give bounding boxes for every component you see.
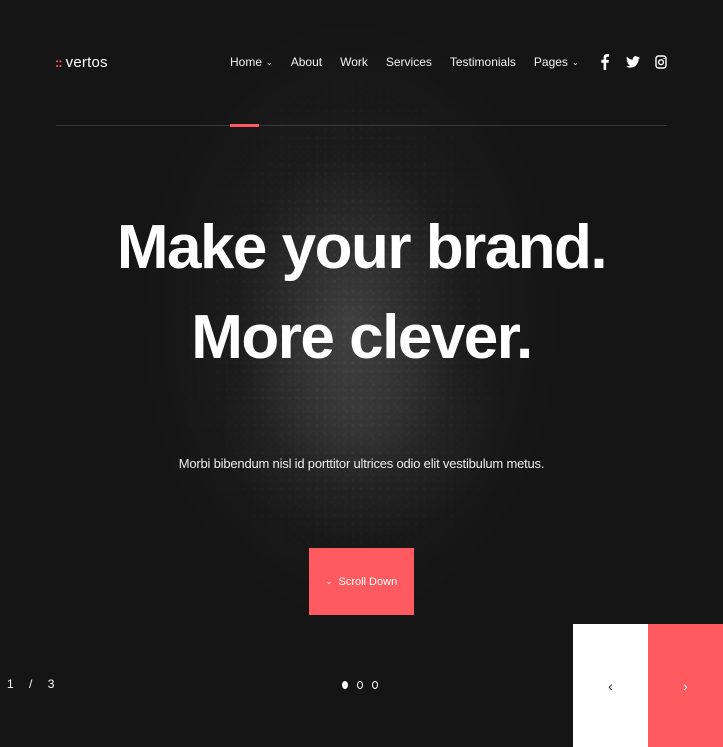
nav-item-home[interactable]: Home ⌄ [230,55,273,69]
slide-counter: 1 / 3 [7,677,60,691]
slider-dot[interactable] [357,681,363,689]
chevron-down-icon: ⌄ [325,577,333,586]
nav-item-label: Work [340,55,368,69]
logo-text: vertos [65,54,108,71]
twitter-icon[interactable] [626,53,640,71]
chevron-down-icon: ⌄ [571,58,579,67]
nav-item-label: About [290,55,323,69]
headline-line-2: More clever. [191,303,533,372]
nav-item-label: Services [385,55,432,69]
slide-total: 3 [47,677,61,691]
scroll-down-button[interactable]: ⌄ Scroll Down [309,548,414,615]
next-slide-button[interactable]: › [648,624,723,747]
headline-line-1: Make your brand. [116,213,608,282]
hero-subtext: Morbi bibendum nisl id porttitor ultrice… [178,456,545,471]
hero-headline: Make your brand. More clever. [0,203,723,383]
nav-item-label: Pages [533,55,568,69]
nav-item-label: Testimonials [449,55,516,69]
scroll-down-label: Scroll Down [338,575,398,588]
nav-item-work[interactable]: Work [340,55,368,69]
slider-pagination [342,681,378,689]
nav-item-label: Home [230,55,263,69]
chevron-right-icon: › [683,677,688,694]
facebook-icon[interactable] [598,53,612,71]
nav-item-about[interactable]: About [291,55,322,69]
slide-current: 1 [7,677,20,691]
logo-mark: :: [55,55,63,70]
nav-item-pages[interactable]: Pages ⌄ [534,55,579,69]
nav-item-testimonials[interactable]: Testimonials [450,55,516,69]
logo[interactable]: :: vertos [55,54,108,71]
slider-dot[interactable] [372,681,378,689]
slider-dot[interactable] [342,681,348,689]
main-nav: Home ⌄ About Work Services Testimonials … [230,55,597,69]
header-divider [56,125,667,126]
social-links [598,53,668,71]
prev-slide-button[interactable]: ‹ [573,624,648,747]
nav-item-services[interactable]: Services [386,55,432,69]
active-nav-indicator [230,124,259,127]
slide-separator: / [29,677,39,691]
chevron-left-icon: ‹ [608,677,613,694]
instagram-icon[interactable] [654,53,668,71]
chevron-down-icon: ⌄ [266,58,273,67]
